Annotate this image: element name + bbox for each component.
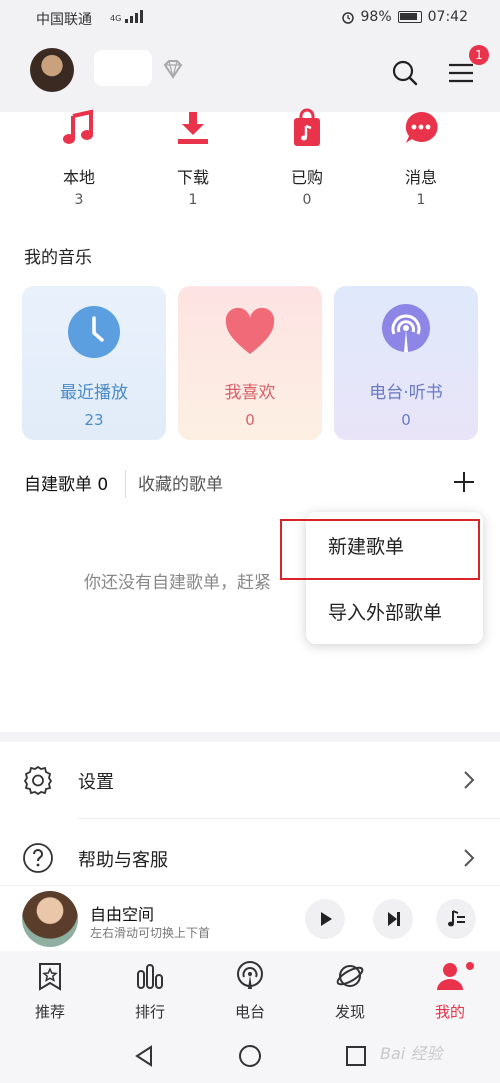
help-icon	[23, 843, 53, 873]
chevron-right-icon	[464, 849, 475, 867]
playlist-tabs: 自建歌单 0 收藏的歌单	[24, 470, 476, 498]
tile-recent-played[interactable]: 最近播放 23	[22, 286, 166, 440]
album-cover[interactable]	[22, 891, 78, 947]
player-hint: 左右滑动可切换上下首	[90, 926, 211, 940]
song-title: 自由空间	[90, 905, 155, 924]
back-icon[interactable]	[132, 1044, 156, 1068]
quick-local[interactable]: 本地 3	[24, 108, 134, 208]
tab-favorite-playlists[interactable]: 收藏的歌单	[138, 470, 223, 495]
quick-count: 1	[416, 192, 426, 208]
person-icon	[437, 963, 463, 990]
signal-icon: 4G	[110, 9, 144, 23]
radio-icon	[237, 961, 263, 989]
profile-header: 1	[0, 34, 500, 112]
quick-messages[interactable]: 消息 1	[366, 108, 476, 208]
play-button[interactable]	[305, 899, 345, 939]
nav-label: 我的	[434, 1003, 465, 1021]
play-icon	[321, 912, 332, 926]
mini-player[interactable]: 自由空间 左右滑动可切换上下首	[0, 885, 500, 951]
playlist-queue-button[interactable]	[436, 899, 476, 939]
tile-label: 我喜欢	[224, 383, 276, 403]
row-divider	[78, 818, 500, 819]
status-right: 98% 07:42	[341, 9, 468, 25]
message-bubble-icon	[405, 111, 438, 143]
alarm-icon	[341, 12, 354, 24]
heart-icon	[225, 307, 275, 354]
nav-badge-dot	[466, 962, 474, 970]
nav-label: 电台	[234, 1003, 265, 1021]
quick-count: 1	[188, 192, 198, 208]
quick-label: 消息	[404, 168, 437, 187]
row-label: 帮助与客服	[78, 850, 168, 871]
network-type: 4G	[110, 14, 122, 23]
my-music-title: 我的音乐	[24, 248, 92, 268]
avatar[interactable]	[30, 48, 74, 92]
tile-count: 0	[401, 411, 411, 429]
next-track-icon	[388, 912, 400, 926]
username-obscured[interactable]	[94, 50, 152, 86]
purchased-bag-icon	[294, 108, 320, 146]
quick-count: 0	[302, 192, 312, 208]
clock-time: 07:42	[427, 9, 468, 25]
nav-mine[interactable]: 我的	[410, 961, 490, 1022]
quick-label: 本地	[62, 168, 95, 187]
planet-icon	[336, 965, 364, 987]
nav-label: 排行	[134, 1003, 165, 1021]
settings-row[interactable]: 设置	[0, 742, 500, 818]
radio-icon	[382, 304, 430, 352]
tab-divider	[125, 470, 126, 498]
nav-discover[interactable]: 发现	[310, 961, 390, 1022]
chevron-right-icon	[464, 771, 475, 789]
search-icon[interactable]	[388, 56, 422, 90]
highlight-box	[280, 519, 480, 580]
watermark: Bai 经验	[380, 1044, 443, 1063]
nav-radio[interactable]: 电台	[210, 961, 290, 1022]
section-divider	[0, 732, 500, 742]
notification-badge: 1	[469, 45, 489, 65]
star-bookmark-icon	[39, 963, 61, 991]
playlist-queue-icon	[448, 910, 465, 927]
bottom-navigation: 推荐 排行 电台 发现 我的	[0, 951, 500, 1028]
tile-count: 23	[84, 411, 104, 429]
carrier-name: 中国联通	[36, 12, 92, 28]
tab-my-playlists[interactable]: 自建歌单 0	[24, 470, 108, 495]
download-icon	[178, 112, 208, 144]
music-note-icon	[63, 109, 93, 144]
quick-purchased[interactable]: 已购 0	[252, 108, 362, 208]
diamond-vip-icon[interactable]	[160, 56, 186, 82]
gear-icon	[23, 765, 53, 796]
nav-ranking[interactable]: 排行	[110, 961, 190, 1022]
menu-import-playlist[interactable]: 导入外部歌单	[328, 598, 442, 625]
quick-download[interactable]: 下载 1	[138, 108, 248, 208]
home-icon[interactable]	[237, 1043, 263, 1069]
quick-label: 已购	[290, 168, 323, 187]
row-label: 设置	[78, 772, 114, 793]
quick-label: 下载	[176, 168, 209, 187]
tile-liked[interactable]: 我喜欢 0	[178, 286, 322, 440]
quick-count: 3	[74, 192, 84, 208]
add-playlist-icon[interactable]	[452, 470, 476, 494]
nav-recommend[interactable]: 推荐	[10, 961, 90, 1022]
tile-label: 电台·听书	[369, 383, 443, 403]
battery-percent: 98%	[360, 9, 392, 25]
battery-icon	[397, 11, 422, 23]
tile-count: 0	[245, 411, 255, 429]
next-track-button[interactable]	[373, 899, 413, 939]
nav-label: 推荐	[34, 1003, 65, 1021]
tile-label: 最近播放	[60, 383, 128, 403]
recent-apps-icon[interactable]	[344, 1044, 368, 1068]
ranking-bars-icon	[137, 964, 163, 989]
clock-icon	[68, 306, 120, 358]
status-bar: 中国联通 4G 98% 07:42	[0, 0, 500, 34]
tile-radio-audiobook[interactable]: 电台·听书 0	[334, 286, 478, 440]
nav-label: 发现	[334, 1003, 365, 1021]
